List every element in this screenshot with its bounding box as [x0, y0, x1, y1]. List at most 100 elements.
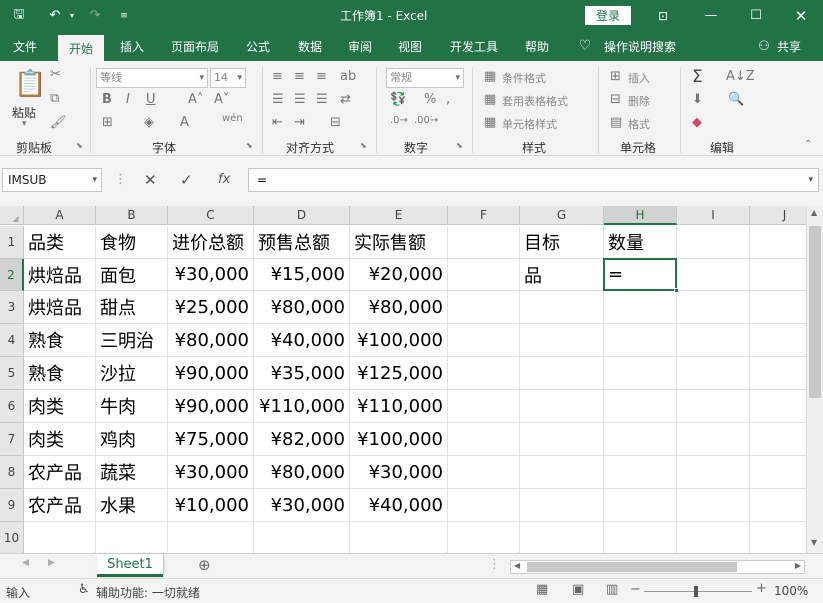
wrap-text-icon[interactable]: ⇄: [340, 92, 351, 107]
number-launcher-icon[interactable]: ⬊: [456, 141, 463, 150]
row-header-6[interactable]: 6: [0, 390, 24, 423]
cell-i3[interactable]: [677, 291, 750, 324]
column-header-a[interactable]: A: [24, 206, 96, 225]
row-header-1[interactable]: 1: [0, 226, 24, 259]
cell-i9[interactable]: [677, 489, 750, 522]
cell-c1[interactable]: 进价总额: [168, 226, 254, 259]
cell-a6[interactable]: 肉类: [24, 390, 96, 423]
share-button[interactable]: 共享: [772, 31, 806, 61]
cell-d8[interactable]: ¥80,000: [254, 456, 350, 489]
accessibility-status[interactable]: 辅助功能: 一切就绪: [96, 584, 200, 601]
cell-f5[interactable]: [448, 357, 520, 390]
paste-dropdown-icon[interactable]: ▾: [22, 119, 27, 129]
decrease-font-icon[interactable]: A˅: [214, 92, 229, 107]
cell-i4[interactable]: [677, 324, 750, 357]
zoom-slider-thumb[interactable]: [694, 586, 698, 597]
align-middle-icon[interactable]: ≡: [294, 69, 305, 84]
cell-a9[interactable]: 农产品: [24, 489, 96, 522]
close-icon[interactable]: ✕: [790, 0, 812, 31]
tab-review[interactable]: 审阅: [340, 31, 380, 61]
cell-c3[interactable]: ¥25,000: [168, 291, 254, 324]
enter-icon[interactable]: ✓: [180, 171, 193, 189]
cell-i10[interactable]: [677, 522, 750, 553]
cell-h9[interactable]: [604, 489, 677, 522]
ribbon-display-icon[interactable]: ⊡: [652, 0, 674, 31]
bold-icon[interactable]: B: [102, 92, 112, 107]
tab-page-layout[interactable]: 页面布局: [164, 31, 226, 61]
cell-f1[interactable]: [448, 226, 520, 259]
cell-d4[interactable]: ¥40,000: [254, 324, 350, 357]
cell-f8[interactable]: [448, 456, 520, 489]
number-format-combo[interactable]: 常规 ▾: [386, 68, 464, 88]
decrease-decimal-icon[interactable]: .00→: [414, 115, 438, 126]
cell-d2[interactable]: ¥15,000: [254, 259, 350, 291]
cell-h1[interactable]: 数量: [604, 226, 677, 259]
cell-b8[interactable]: 蔬菜: [96, 456, 168, 489]
conditional-format-button[interactable]: 条件格式: [502, 70, 546, 86]
row-header-3[interactable]: 3: [0, 291, 24, 324]
cell-e7[interactable]: ¥100,000: [350, 423, 448, 456]
horizontal-scrollbar[interactable]: ◀ ▶: [510, 560, 805, 574]
cell-j1[interactable]: [750, 226, 806, 259]
align-bottom-icon[interactable]: ≡: [316, 69, 327, 84]
cell-c7[interactable]: ¥75,000: [168, 423, 254, 456]
cell-c4[interactable]: ¥80,000: [168, 324, 254, 357]
cell-g5[interactable]: [520, 357, 604, 390]
cell-e6[interactable]: ¥110,000: [350, 390, 448, 423]
cell-b3[interactable]: 甜点: [96, 291, 168, 324]
cell-j9[interactable]: [750, 489, 806, 522]
fill-handle[interactable]: [674, 288, 679, 293]
accounting-format-icon[interactable]: 💱: [390, 92, 406, 107]
cell-d9[interactable]: ¥30,000: [254, 489, 350, 522]
merge-center-icon[interactable]: ⊟: [330, 115, 341, 130]
cell-f9[interactable]: [448, 489, 520, 522]
cell-d1[interactable]: 预售总额: [254, 226, 350, 259]
increase-font-icon[interactable]: A˄: [188, 92, 203, 107]
font-color-icon[interactable]: A: [180, 115, 189, 130]
cell-g3[interactable]: [520, 291, 604, 324]
cell-j3[interactable]: [750, 291, 806, 324]
tab-insert[interactable]: 插入: [112, 31, 152, 61]
column-header-j[interactable]: J: [750, 206, 806, 225]
cell-e4[interactable]: ¥100,000: [350, 324, 448, 357]
redo-icon[interactable]: ↷: [84, 0, 106, 31]
comma-style-icon[interactable]: ,: [446, 92, 450, 107]
cell-b5[interactable]: 沙拉: [96, 357, 168, 390]
tab-split-icon[interactable]: ⋮: [488, 557, 501, 572]
row-header-10[interactable]: 10: [0, 522, 24, 553]
spreadsheet-grid[interactable]: ◢ A B C D E F G H I J 1 2 3 4 5 6 7 8 9 10 品类 食物 进价总额 预售总额 实际售额 目…: [0, 206, 806, 553]
border-icon[interactable]: ⊞: [102, 115, 113, 130]
column-header-b[interactable]: B: [96, 206, 168, 225]
column-header-c[interactable]: C: [168, 206, 254, 225]
cell-d10[interactable]: [254, 522, 350, 553]
column-header-e[interactable]: E: [350, 206, 448, 225]
find-select-icon[interactable]: 🔍: [728, 92, 744, 107]
cell-j4[interactable]: [750, 324, 806, 357]
tell-me-search[interactable]: 操作说明搜索: [600, 31, 680, 61]
login-button[interactable]: 登录: [585, 6, 631, 25]
cell-c2[interactable]: ¥30,000: [168, 259, 254, 291]
cell-a5[interactable]: 熟食: [24, 357, 96, 390]
cell-e1[interactable]: 实际售额: [350, 226, 448, 259]
font-size-combo[interactable]: 14 ▾: [210, 68, 246, 88]
tab-file[interactable]: 文件: [4, 31, 46, 61]
cell-h8[interactable]: [604, 456, 677, 489]
insert-function-icon[interactable]: fx: [218, 172, 230, 187]
cell-e8[interactable]: ¥30,000: [350, 456, 448, 489]
cell-e3[interactable]: ¥80,000: [350, 291, 448, 324]
tab-developer[interactable]: 开发工具: [442, 31, 506, 61]
zoom-slider[interactable]: [644, 591, 752, 592]
cell-f7[interactable]: [448, 423, 520, 456]
autosum-icon[interactable]: Σ: [692, 67, 703, 87]
cell-j8[interactable]: [750, 456, 806, 489]
cell-e2[interactable]: ¥20,000: [350, 259, 448, 291]
normal-view-icon[interactable]: ▦: [536, 582, 548, 597]
cell-f4[interactable]: [448, 324, 520, 357]
cell-i8[interactable]: [677, 456, 750, 489]
cell-h6[interactable]: [604, 390, 677, 423]
font-name-combo[interactable]: 等线 ▾: [96, 68, 208, 88]
select-all-corner[interactable]: ◢: [0, 206, 24, 225]
align-center-icon[interactable]: ☰: [294, 92, 306, 107]
cell-b1[interactable]: 食物: [96, 226, 168, 259]
paste-icon[interactable]: 📋: [14, 69, 46, 99]
